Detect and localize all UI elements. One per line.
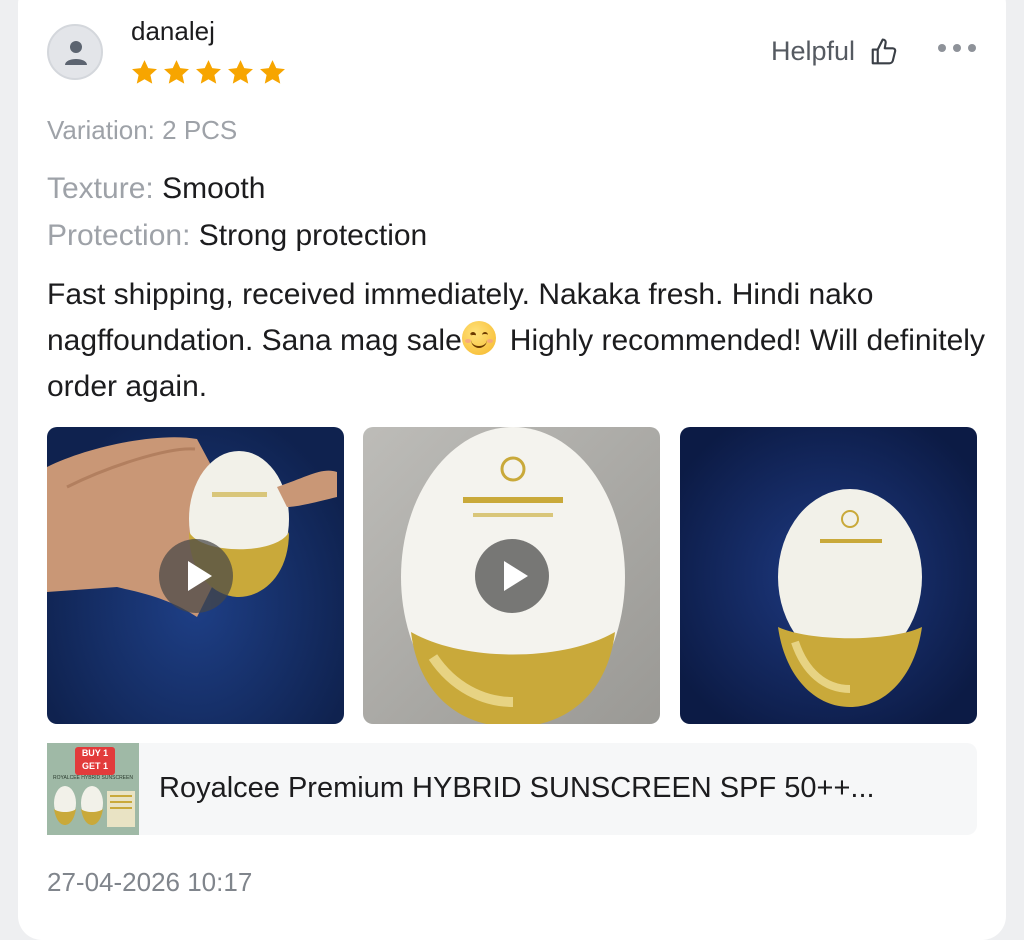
star-icon xyxy=(226,58,255,87)
star-icon xyxy=(130,58,159,87)
review-video-1[interactable] xyxy=(47,427,344,724)
play-icon[interactable] xyxy=(475,539,549,613)
attribute-value: Smooth xyxy=(162,172,266,205)
product-title: Royalcee Premium HYBRID SUNSCREEN SPF 50… xyxy=(159,772,875,804)
review-video-2[interactable] xyxy=(363,427,660,724)
thumbnail-bottles xyxy=(54,786,135,827)
attribute-value: Strong protection xyxy=(198,219,428,252)
attribute-protection: Protection: Strong protection xyxy=(47,219,427,253)
helpful-button[interactable]: Helpful xyxy=(771,36,899,67)
attribute-texture: Texture: Smooth xyxy=(47,172,265,206)
rating-stars xyxy=(130,58,287,87)
star-icon xyxy=(194,58,223,87)
variation-label: Variation: 2 PCS xyxy=(47,115,238,145)
product-thumbnail: BUY 1 GET 1 ROYALCEE HYBRID SUNSCREEN xyxy=(47,743,139,835)
play-icon[interactable] xyxy=(159,539,233,613)
helpful-label: Helpful xyxy=(771,36,856,66)
review-date: 27-04-2026 10:17 xyxy=(47,867,253,897)
product-link[interactable]: BUY 1 GET 1 ROYALCEE HYBRID SUNSCREEN Ro… xyxy=(47,743,977,835)
review-image-3[interactable] xyxy=(680,427,977,724)
user-icon xyxy=(65,41,87,65)
star-icon xyxy=(162,58,191,87)
thumbs-up-icon xyxy=(871,37,897,64)
photo-bottle-fabric xyxy=(778,489,922,707)
reviewer-name[interactable]: danalej xyxy=(131,16,215,47)
review-text: Fast shipping, received immediately. Nak… xyxy=(47,272,987,410)
avatar[interactable] xyxy=(47,24,103,80)
more-icon[interactable] xyxy=(938,44,976,52)
attribute-key: Texture: xyxy=(47,172,154,205)
attribute-key: Protection: xyxy=(47,219,191,252)
star-icon xyxy=(258,58,287,87)
smiling-face-emoji-icon xyxy=(461,321,496,355)
